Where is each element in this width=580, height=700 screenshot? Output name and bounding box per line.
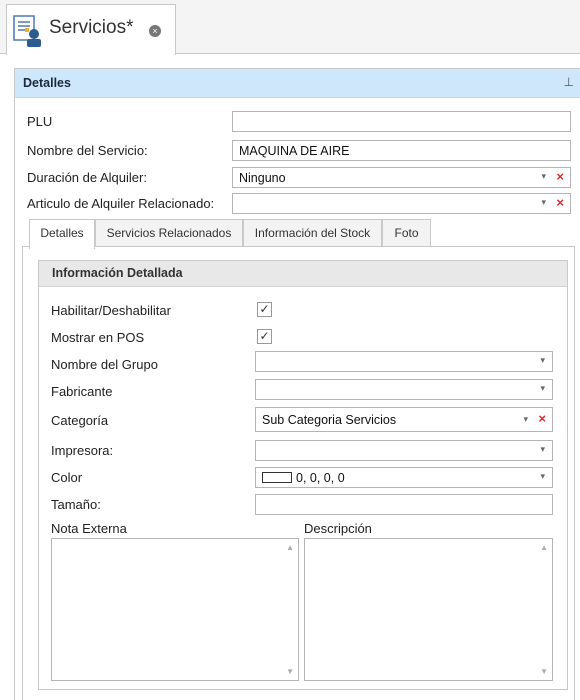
external-note-textarea[interactable]: ▲ ▼ xyxy=(51,538,299,681)
enable-checkbox[interactable]: ✓ xyxy=(257,302,272,317)
group-name-label: Nombre del Grupo xyxy=(51,357,158,372)
close-tab-icon[interactable]: × xyxy=(149,25,161,37)
category-value: Sub Categoria Servicios xyxy=(262,413,397,427)
clear-icon[interactable]: × xyxy=(538,411,546,426)
size-label: Tamaño: xyxy=(51,497,101,512)
chevron-down-icon[interactable]: ▾ xyxy=(540,444,545,455)
plu-input[interactable] xyxy=(232,111,571,132)
scroll-down-icon[interactable]: ▼ xyxy=(540,667,548,676)
rental-duration-value: Ninguno xyxy=(239,171,286,185)
scroll-up-icon[interactable]: ▲ xyxy=(286,543,294,552)
service-name-label: Nombre del Servicio: xyxy=(27,143,148,158)
related-rental-dropdown[interactable]: ▾ × xyxy=(232,193,571,214)
group-title: Información Detallada xyxy=(52,266,183,280)
tab-foto[interactable]: Foto xyxy=(382,219,431,247)
document-tab-servicios[interactable]: Servicios* × xyxy=(6,4,176,55)
rental-duration-label: Duración de Alquiler: xyxy=(27,170,147,185)
tab-informacion-stock[interactable]: Información del Stock xyxy=(243,219,382,247)
group-name-dropdown[interactable]: ▾ xyxy=(255,351,553,372)
manufacturer-dropdown[interactable]: ▾ xyxy=(255,379,553,400)
service-name-input[interactable]: MAQUINA DE AIRE xyxy=(232,140,571,161)
show-pos-checkbox[interactable]: ✓ xyxy=(257,329,272,344)
description-textarea[interactable]: ▲ ▼ xyxy=(304,538,553,681)
color-value-text: 0, 0, 0, 0 xyxy=(296,471,345,485)
printer-dropdown[interactable]: ▾ xyxy=(255,440,553,461)
scrollbar[interactable]: ▲ ▼ xyxy=(283,539,298,680)
size-input[interactable] xyxy=(255,494,553,515)
category-dropdown[interactable]: Sub Categoria Servicios ▾ × xyxy=(255,407,553,432)
chevron-down-icon[interactable]: ▾ xyxy=(541,171,546,182)
plu-label: PLU xyxy=(27,114,53,129)
clear-icon[interactable]: × xyxy=(556,195,564,210)
pin-icon[interactable]: ⊥ xyxy=(564,75,574,89)
chevron-down-icon[interactable]: ▾ xyxy=(540,471,545,482)
service-name-value: MAQUINA DE AIRE xyxy=(239,144,350,158)
document-tab-strip: Servicios* × xyxy=(0,0,580,55)
chevron-down-icon[interactable]: ▾ xyxy=(541,197,546,208)
description-label: Descripción xyxy=(304,521,372,536)
scroll-down-icon[interactable]: ▼ xyxy=(286,667,294,676)
category-label: Categoría xyxy=(51,413,109,428)
group-header: Información Detallada xyxy=(39,261,567,287)
panel-title: Detalles xyxy=(23,76,71,90)
rental-duration-dropdown[interactable]: Ninguno ▾ × xyxy=(232,167,571,188)
scroll-up-icon[interactable]: ▲ xyxy=(540,543,548,552)
color-value: 0, 0, 0, 0 xyxy=(262,471,345,485)
manufacturer-label: Fabricante xyxy=(51,384,113,399)
color-label: Color xyxy=(51,470,83,485)
tab-detalles[interactable]: Detalles xyxy=(29,219,95,249)
scrollbar[interactable]: ▲ ▼ xyxy=(537,539,552,680)
color-swatch xyxy=(262,472,292,483)
chevron-down-icon[interactable]: ▾ xyxy=(523,414,528,425)
color-picker[interactable]: 0, 0, 0, 0 ▾ xyxy=(255,467,553,488)
related-rental-label: Articulo de Alquiler Relacionado: xyxy=(27,196,215,211)
details-panel-header: Detalles ⊥ xyxy=(15,69,580,98)
enable-label: Habilitar/Deshabilitar xyxy=(51,303,171,318)
document-tab-title: Servicios* xyxy=(49,17,134,38)
services-form-icon xyxy=(13,15,41,47)
tab-servicios-relacionados[interactable]: Servicios Relacionados xyxy=(95,219,243,247)
external-note-label: Nota Externa xyxy=(51,521,127,536)
clear-icon[interactable]: × xyxy=(556,169,564,184)
show-pos-label: Mostrar en POS xyxy=(51,330,145,345)
chevron-down-icon[interactable]: ▾ xyxy=(540,355,545,366)
printer-label: Impresora: xyxy=(51,443,114,458)
chevron-down-icon[interactable]: ▾ xyxy=(540,383,545,394)
